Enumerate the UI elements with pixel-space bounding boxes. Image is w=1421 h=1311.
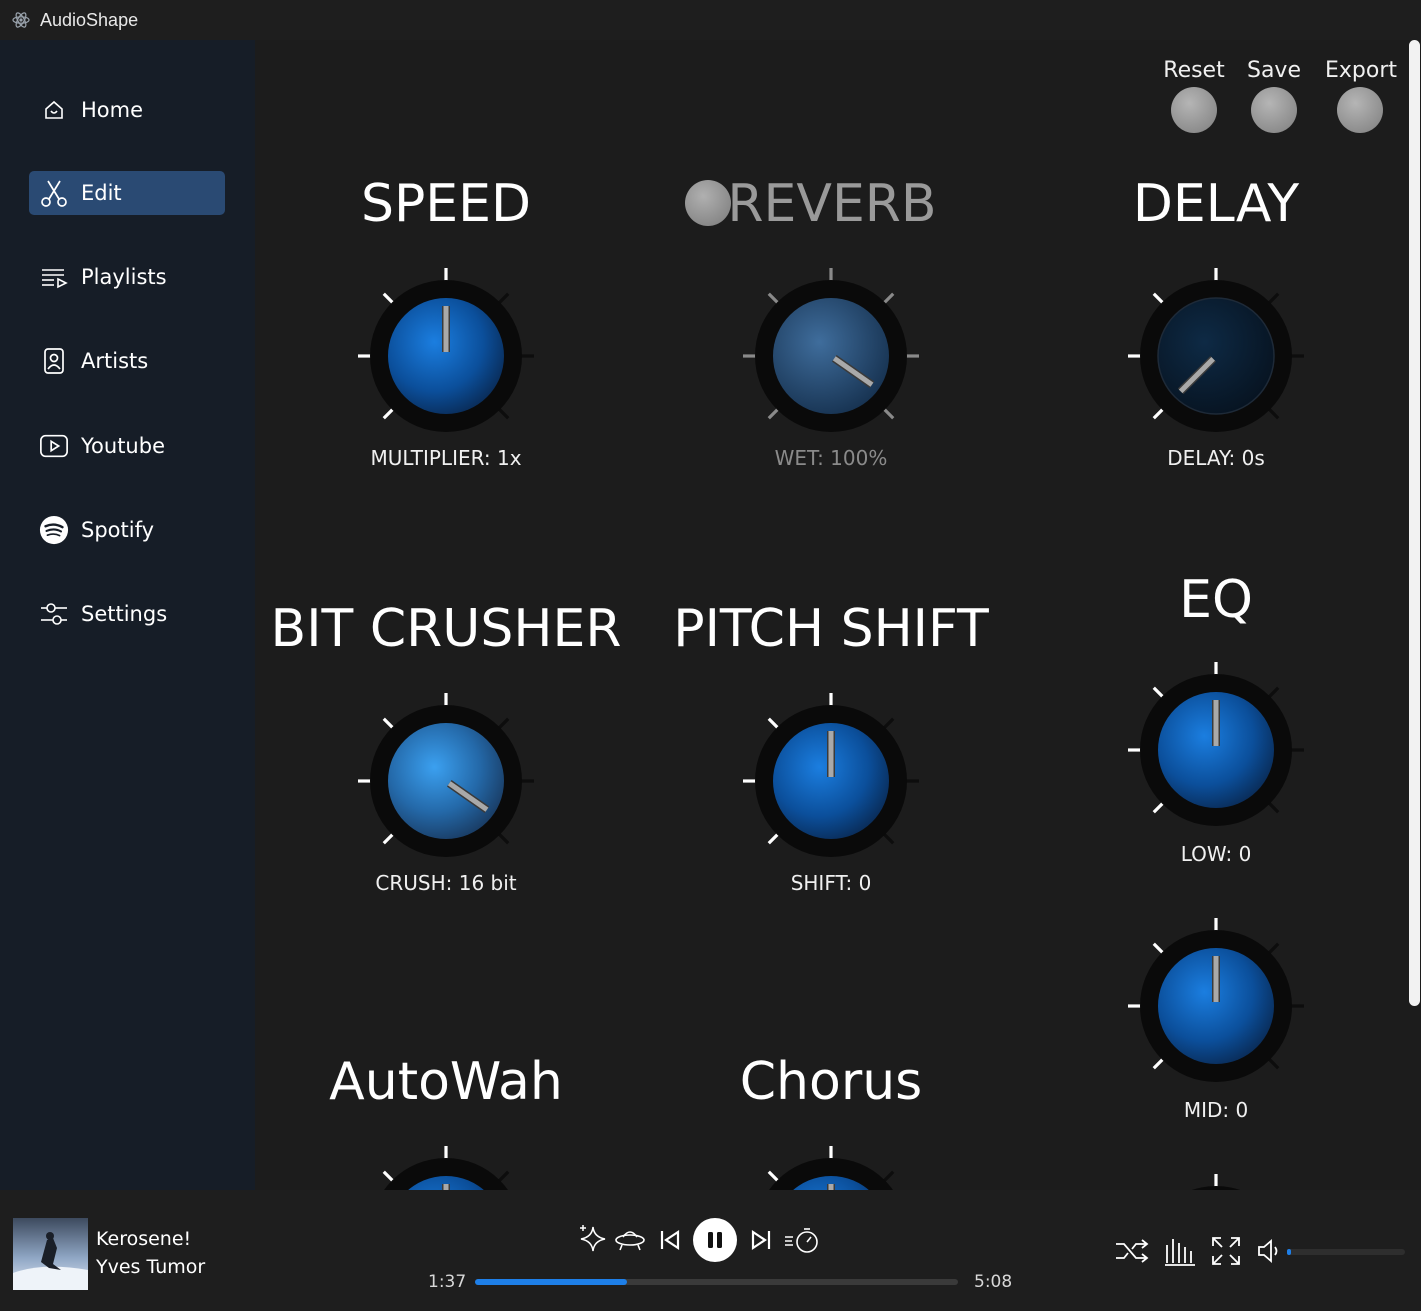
save-button[interactable]: [1251, 87, 1297, 133]
main-scrollbar[interactable]: [1408, 40, 1421, 1190]
previous-icon[interactable]: [655, 1226, 685, 1254]
knob-face: [388, 723, 504, 839]
bit-crusher-title: BIT CRUSHER: [270, 599, 622, 659]
youtube-play-icon: [39, 431, 69, 461]
autowah-title: AutoWah: [329, 1052, 563, 1112]
pitch-shift-label: SHIFT: 0: [790, 871, 872, 895]
autowah-knob[interactable]: [356, 1144, 536, 1190]
sleep-timer-icon[interactable]: [782, 1224, 822, 1256]
reset-button[interactable]: [1171, 87, 1217, 133]
delay-time-label: DELAY: 0s: [1167, 446, 1265, 470]
sidebar-item-spotify[interactable]: Spotify: [29, 508, 225, 552]
chorus-title: Chorus: [739, 1052, 923, 1112]
eq-low-label: LOW: 0: [1180, 842, 1252, 866]
atom-icon: [10, 9, 32, 31]
sidebar-item-label: Settings: [81, 602, 168, 626]
delay-knob[interactable]: [1126, 266, 1306, 446]
eq-title: EQ: [1179, 570, 1253, 630]
sidebar-item-label: Home: [81, 98, 144, 122]
knob-face: [1157, 297, 1275, 415]
eq-mid-knob[interactable]: [1126, 916, 1306, 1096]
eq-low-knob[interactable]: [1126, 660, 1306, 840]
scrollbar-thumb[interactable]: [1409, 40, 1420, 1006]
reverb-toggle[interactable]: [685, 180, 731, 226]
bit-crusher-knob[interactable]: [356, 691, 536, 871]
sidebar-item-home[interactable]: Home: [29, 88, 225, 132]
pitch-shift-knob[interactable]: [741, 691, 921, 871]
equalizer-icon[interactable]: [1162, 1233, 1198, 1269]
volume-slider[interactable]: [1287, 1249, 1405, 1255]
playlist-icon: [39, 262, 69, 292]
sidebar-item-label: Playlists: [81, 265, 167, 289]
eq-high-knob[interactable]: [1126, 1172, 1306, 1190]
next-icon[interactable]: [746, 1226, 776, 1254]
track-title[interactable]: Kerosene!: [96, 1228, 191, 1250]
knob-face: [773, 298, 889, 414]
total-time: 5:08: [974, 1272, 1013, 1292]
spotify-icon: [39, 515, 69, 545]
progress-bar[interactable]: [475, 1279, 958, 1285]
sidebar-item-settings[interactable]: Settings: [29, 592, 225, 636]
track-artist[interactable]: Yves Tumor: [96, 1256, 205, 1278]
sidebar-item-label: Youtube: [81, 434, 165, 458]
save-label: Save: [1246, 58, 1301, 83]
app-title: AudioShape: [40, 9, 139, 30]
scissors-icon: [39, 178, 69, 208]
effects-editor: Reset Save Export SPEED MULTIPLIER: 1x R…: [255, 40, 1408, 1190]
sliders-icon: [39, 599, 69, 629]
volume-icon[interactable]: [1255, 1237, 1283, 1265]
elapsed-time: 1:37: [428, 1272, 467, 1292]
volume-fill: [1287, 1249, 1291, 1255]
reverb-knob[interactable]: [741, 266, 921, 446]
delay-title: DELAY: [1132, 174, 1300, 234]
export-action: Export: [1325, 58, 1398, 133]
export-label: Export: [1325, 58, 1398, 83]
player-bar: Kerosene! Yves Tumor 1:37 5:08: [0, 1190, 1421, 1311]
artist-portrait-icon: [39, 346, 69, 376]
speed-title: SPEED: [360, 174, 532, 234]
sidebar-item-edit[interactable]: Edit: [29, 171, 225, 215]
shuffle-icon[interactable]: [1113, 1236, 1151, 1266]
sidebar-item-playlists[interactable]: Playlists: [29, 255, 225, 299]
sparkle-icon[interactable]: [576, 1222, 610, 1256]
speed-knob[interactable]: [356, 266, 536, 446]
reverb-title: REVERB: [727, 174, 937, 234]
eq-mid-label: MID: 0: [1183, 1098, 1249, 1122]
album-art[interactable]: [13, 1218, 88, 1290]
sidebar-item-label: Edit: [81, 181, 122, 205]
ufo-icon[interactable]: [612, 1222, 648, 1256]
fullscreen-icon[interactable]: [1209, 1234, 1243, 1268]
sidebar-item-label: Artists: [81, 349, 149, 373]
progress-fill: [475, 1279, 628, 1285]
pause-icon: [708, 1232, 722, 1248]
bit-crusher-crush-label: CRUSH: 16 bit: [375, 871, 517, 895]
sidebar: Home Edit Playlists Artists Youtube Spot…: [0, 40, 255, 1190]
sidebar-item-label: Spotify: [81, 518, 155, 542]
sidebar-item-youtube[interactable]: Youtube: [29, 424, 225, 468]
pause-button[interactable]: [693, 1218, 737, 1262]
speed-multiplier-label: MULTIPLIER: 1x: [370, 446, 522, 470]
save-action: Save: [1244, 58, 1304, 133]
title-bar: AudioShape: [0, 0, 1421, 40]
sidebar-item-artists[interactable]: Artists: [29, 339, 225, 383]
reset-action: Reset: [1162, 58, 1226, 133]
reverb-wet-label: WET: 100%: [774, 446, 888, 470]
pitch-shift-title: PITCH SHIFT: [673, 599, 989, 659]
reset-label: Reset: [1163, 58, 1225, 83]
home-icon: [39, 95, 69, 125]
chorus-knob[interactable]: [741, 1144, 921, 1190]
export-button[interactable]: [1337, 87, 1383, 133]
